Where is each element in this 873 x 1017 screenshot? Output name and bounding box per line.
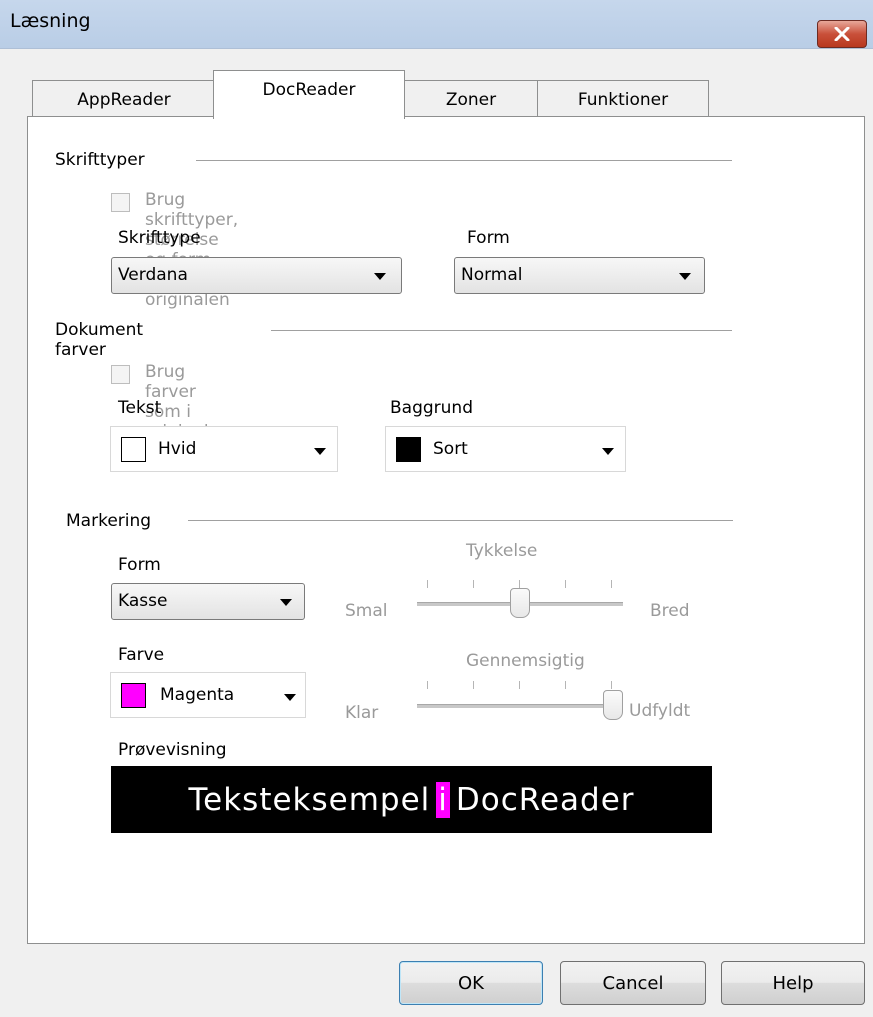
tab-label: Funktioner — [577, 89, 669, 110]
background-color-select[interactable]: Sort — [385, 426, 626, 472]
style-label: Form — [467, 228, 510, 248]
chevron-down-icon — [679, 273, 691, 280]
use-original-colors-checkbox[interactable] — [111, 365, 130, 384]
use-original-fonts-checkbox[interactable] — [111, 193, 130, 212]
transparency-min-label: Klar — [345, 703, 379, 723]
slider-tick — [473, 681, 474, 689]
window-title: Læsning — [10, 10, 91, 32]
slider-thumb[interactable] — [603, 690, 623, 720]
highlight-color-select[interactable]: Magenta — [110, 672, 306, 718]
tab-label: AppReader — [77, 89, 171, 110]
chevron-down-icon — [602, 448, 614, 455]
tab-appreader[interactable]: AppReader — [32, 80, 216, 118]
slider-thumb[interactable] — [510, 588, 530, 618]
tab-label: Zoner — [445, 89, 497, 110]
highlight-form-label: Form — [118, 555, 161, 575]
transparency-slider[interactable] — [417, 681, 623, 721]
text-color-swatch — [121, 437, 146, 462]
highlight-color-swatch — [121, 683, 146, 708]
title-bar: Læsning — [0, 0, 873, 49]
slider-tick — [473, 580, 474, 588]
preview-text-after: DocReader — [455, 781, 635, 818]
slider-tick — [427, 681, 428, 689]
highlight-group-title: Markering — [66, 511, 152, 531]
ok-button-label: OK — [458, 972, 484, 994]
font-value: Verdana — [118, 265, 188, 285]
close-icon — [834, 27, 850, 41]
help-button-label: Help — [772, 972, 814, 994]
background-color-label: Baggrund — [390, 398, 473, 418]
slider-tick — [519, 580, 520, 588]
background-color-value: Sort — [433, 439, 468, 459]
thickness-min-label: Smal — [345, 601, 388, 621]
highlight-form-value: Kasse — [118, 591, 168, 611]
slider-track — [417, 704, 623, 708]
slider-tick — [611, 580, 612, 588]
close-button[interactable] — [817, 20, 867, 48]
thickness-max-label: Bred — [650, 601, 690, 621]
slider-tick — [427, 580, 428, 588]
slider-tick — [565, 681, 566, 689]
thickness-slider[interactable] — [417, 580, 623, 620]
chevron-down-icon — [280, 599, 292, 606]
text-color-value: Hvid — [158, 439, 197, 459]
preview-box: Teksteksempel i DocReader — [111, 766, 712, 833]
highlight-color-value: Magenta — [160, 685, 235, 705]
preview-label: Prøvevisning — [118, 740, 227, 760]
tab-docreader[interactable]: DocReader — [213, 70, 405, 119]
highlight-color-label: Farve — [118, 645, 165, 665]
tab-label: DocReader — [262, 80, 356, 100]
chevron-down-icon — [314, 448, 326, 455]
group-divider — [188, 520, 733, 521]
background-color-swatch — [396, 437, 421, 462]
help-button[interactable]: Help — [721, 961, 865, 1005]
colors-group-title: Dokument farver — [55, 320, 144, 360]
chevron-down-icon — [374, 273, 386, 280]
thickness-label: Tykkelse — [466, 541, 538, 561]
transparency-max-label: Udfyldt — [629, 701, 691, 721]
tab-funktioner[interactable]: Funktioner — [537, 80, 709, 118]
text-color-label: Tekst — [118, 398, 162, 418]
chevron-down-icon — [284, 694, 296, 701]
preview-highlight: i — [436, 781, 450, 818]
slider-tick — [519, 681, 520, 689]
cancel-button-label: Cancel — [602, 972, 664, 994]
fonts-group-title: Skrifttyper — [55, 150, 145, 170]
group-divider — [271, 330, 732, 331]
transparency-label: Gennemsigtig — [466, 651, 585, 671]
slider-tick — [565, 580, 566, 588]
ok-button[interactable]: OK — [399, 961, 543, 1005]
preview-text-before: Teksteksempel — [188, 781, 431, 818]
style-value: Normal — [461, 265, 523, 285]
group-divider — [196, 160, 732, 161]
style-select[interactable]: Normal — [454, 257, 705, 294]
font-label: Skrifttype — [118, 228, 201, 248]
slider-tick — [611, 681, 612, 689]
cancel-button[interactable]: Cancel — [560, 961, 706, 1005]
highlight-form-select[interactable]: Kasse — [111, 583, 305, 620]
font-select[interactable]: Verdana — [111, 257, 402, 294]
tab-zoner[interactable]: Zoner — [403, 80, 539, 118]
text-color-select[interactable]: Hvid — [110, 426, 338, 472]
